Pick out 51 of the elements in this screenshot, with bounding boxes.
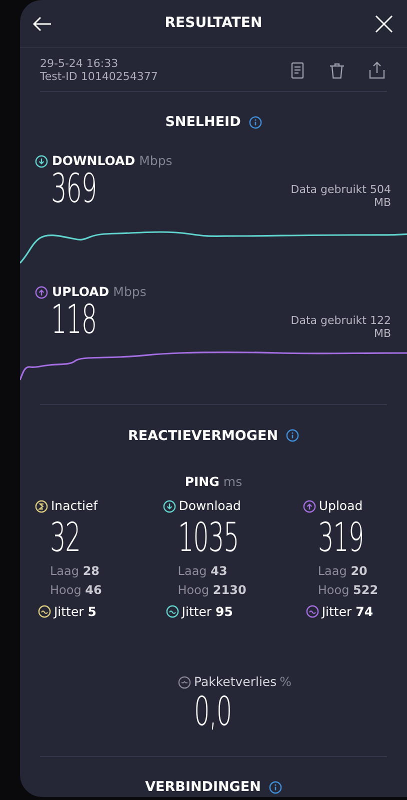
- metric-label: DOWNLOAD: [52, 152, 136, 170]
- packet-loss-label: Pakketverlies: [194, 673, 277, 692]
- unit-label: Mbps: [113, 283, 146, 301]
- ping-value: 32: [50, 518, 80, 558]
- ping-category: Download: [178, 496, 241, 515]
- info-icon: [286, 429, 299, 442]
- metric-label: UPLOAD: [52, 283, 110, 301]
- test-id: Test-ID 10140254377: [40, 70, 158, 83]
- info-icon: [268, 780, 282, 794]
- jitter-icon: [166, 605, 179, 618]
- document-button[interactable]: [290, 62, 305, 78]
- high-value: Hoog 46: [50, 582, 103, 598]
- back-arrow-icon: [32, 16, 52, 32]
- page-title: RESULTATEN: [164, 14, 262, 33]
- back-button[interactable]: [32, 16, 52, 32]
- unit-label: Mbps: [139, 152, 172, 170]
- unit-label: ms: [223, 473, 242, 491]
- speed-value: 118: [51, 300, 96, 340]
- info-icon: [248, 116, 262, 129]
- speed-value: 369: [51, 169, 96, 209]
- data-used-text: Data gebruikt 122 MB: [290, 314, 391, 340]
- section-title: REACTIEVERMOGEN: [128, 426, 278, 446]
- jitter-value: Jitter 74: [322, 602, 374, 620]
- packet-loss-value: 0,0: [194, 692, 232, 732]
- section-title: SNELHEID: [165, 113, 241, 132]
- share-button[interactable]: [369, 61, 385, 79]
- close-button[interactable]: [374, 14, 393, 32]
- unit-label: %: [280, 673, 292, 692]
- test-date: 29-5-24 16:33: [40, 57, 120, 70]
- jitter-value: Jitter 5: [54, 602, 96, 620]
- ping-label: PING: [184, 473, 220, 491]
- packet-loss-icon: [178, 676, 191, 690]
- low-value: Laag 43: [178, 562, 228, 580]
- high-value: Hoog 2130: [178, 582, 248, 598]
- close-icon: [374, 14, 393, 32]
- ping-value: 1035: [178, 518, 238, 558]
- share-icon: [369, 61, 385, 79]
- ping-category: Upload: [318, 496, 363, 515]
- jitter-icon: [38, 605, 51, 618]
- section-title: VERBINDINGEN: [145, 778, 261, 797]
- document-icon: [290, 62, 305, 78]
- ping-value: 319: [318, 518, 364, 558]
- jitter-icon: [306, 605, 319, 618]
- jitter-value: Jitter 95: [182, 602, 233, 620]
- high-value: Hoog 522: [318, 582, 380, 598]
- low-value: Laag 28: [50, 562, 101, 580]
- trash-button[interactable]: [329, 62, 345, 78]
- ping-category: Inactief: [51, 496, 98, 515]
- data-used-text: Data gebruikt 504 MB: [290, 183, 391, 209]
- trash-icon: [329, 62, 345, 78]
- low-value: Laag 20: [318, 562, 368, 580]
